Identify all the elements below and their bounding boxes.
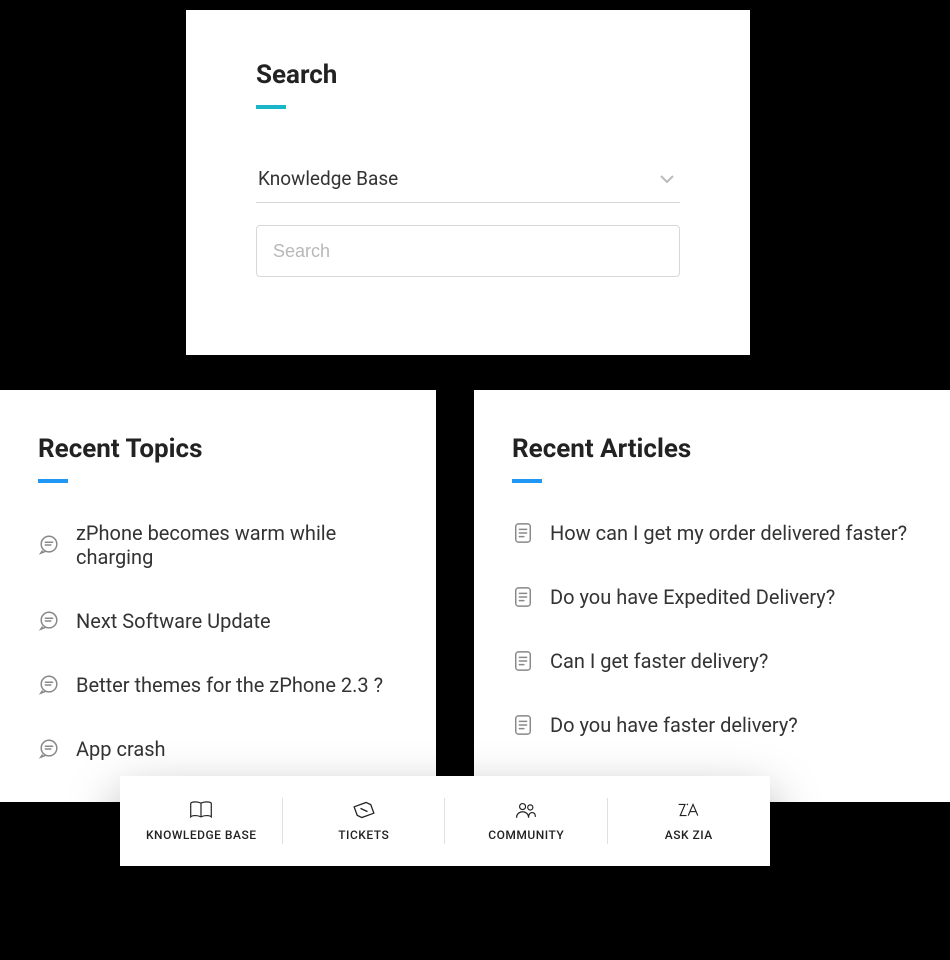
ticket-icon [352,800,376,820]
list-item[interactable]: Next Software Update [38,609,398,633]
chat-bubble-icon [38,534,60,556]
nav-knowledge-base[interactable]: KNOWLEDGE BASE [120,776,283,866]
recent-topics-title: Recent Topics [38,434,398,464]
search-card: Search Knowledge Base [186,10,750,355]
nav-community[interactable]: COMMUNITY [445,776,608,866]
chat-bubble-icon [38,738,60,760]
nav-label: ASK ZIA [665,828,713,842]
title-underline [512,479,542,483]
list-item[interactable]: Do you have Expedited Delivery? [512,585,912,609]
list-item-label: Better themes for the zPhone 2.3 ? [76,673,383,697]
list-item-label: zPhone becomes warm while charging [76,521,398,569]
list-item[interactable]: Can I get faster delivery? [512,649,912,673]
list-item-label: Can I get faster delivery? [550,649,768,673]
document-icon [512,650,534,672]
list-item-label: App crash [76,737,166,761]
search-input[interactable] [256,225,680,277]
recent-topics-card: Recent Topics zPhone becomes warm while … [0,390,436,802]
list-item[interactable]: How can I get my order delivered faster? [512,521,912,545]
nav-ask-zia[interactable]: ASK ZIA [608,776,771,866]
recent-articles-title: Recent Articles [512,434,912,464]
zia-icon [677,800,701,820]
chat-bubble-icon [38,610,60,632]
topics-list: zPhone becomes warm while charging Next … [38,521,398,761]
search-title: Search [256,60,680,90]
list-item[interactable]: Better themes for the zPhone 2.3 ? [38,673,398,697]
chevron-down-icon [660,175,674,183]
document-icon [512,522,534,544]
list-item[interactable]: App crash [38,737,398,761]
nav-label: TICKETS [338,828,389,842]
list-item-label: How can I get my order delivered faster? [550,521,907,545]
nav-tickets[interactable]: TICKETS [283,776,446,866]
nav-bar: KNOWLEDGE BASE TICKETS COMMUNITY ASK ZIA [120,776,770,866]
list-item[interactable]: Do you have faster delivery? [512,713,912,737]
document-icon [512,714,534,736]
list-item-label: Do you have faster delivery? [550,713,798,737]
recent-articles-card: Recent Articles How can I get my order d… [474,390,950,802]
book-icon [189,800,213,820]
title-underline [256,105,286,109]
list-item-label: Next Software Update [76,609,271,633]
chat-bubble-icon [38,674,60,696]
title-underline [38,479,68,483]
nav-label: KNOWLEDGE BASE [146,828,257,842]
search-scope-label: Knowledge Base [258,167,398,190]
search-scope-select[interactable]: Knowledge Base [256,157,680,203]
document-icon [512,586,534,608]
nav-label: COMMUNITY [488,828,564,842]
list-item[interactable]: zPhone becomes warm while charging [38,521,398,569]
articles-list: How can I get my order delivered faster?… [512,521,912,737]
list-item-label: Do you have Expedited Delivery? [550,585,835,609]
people-icon [514,800,538,820]
